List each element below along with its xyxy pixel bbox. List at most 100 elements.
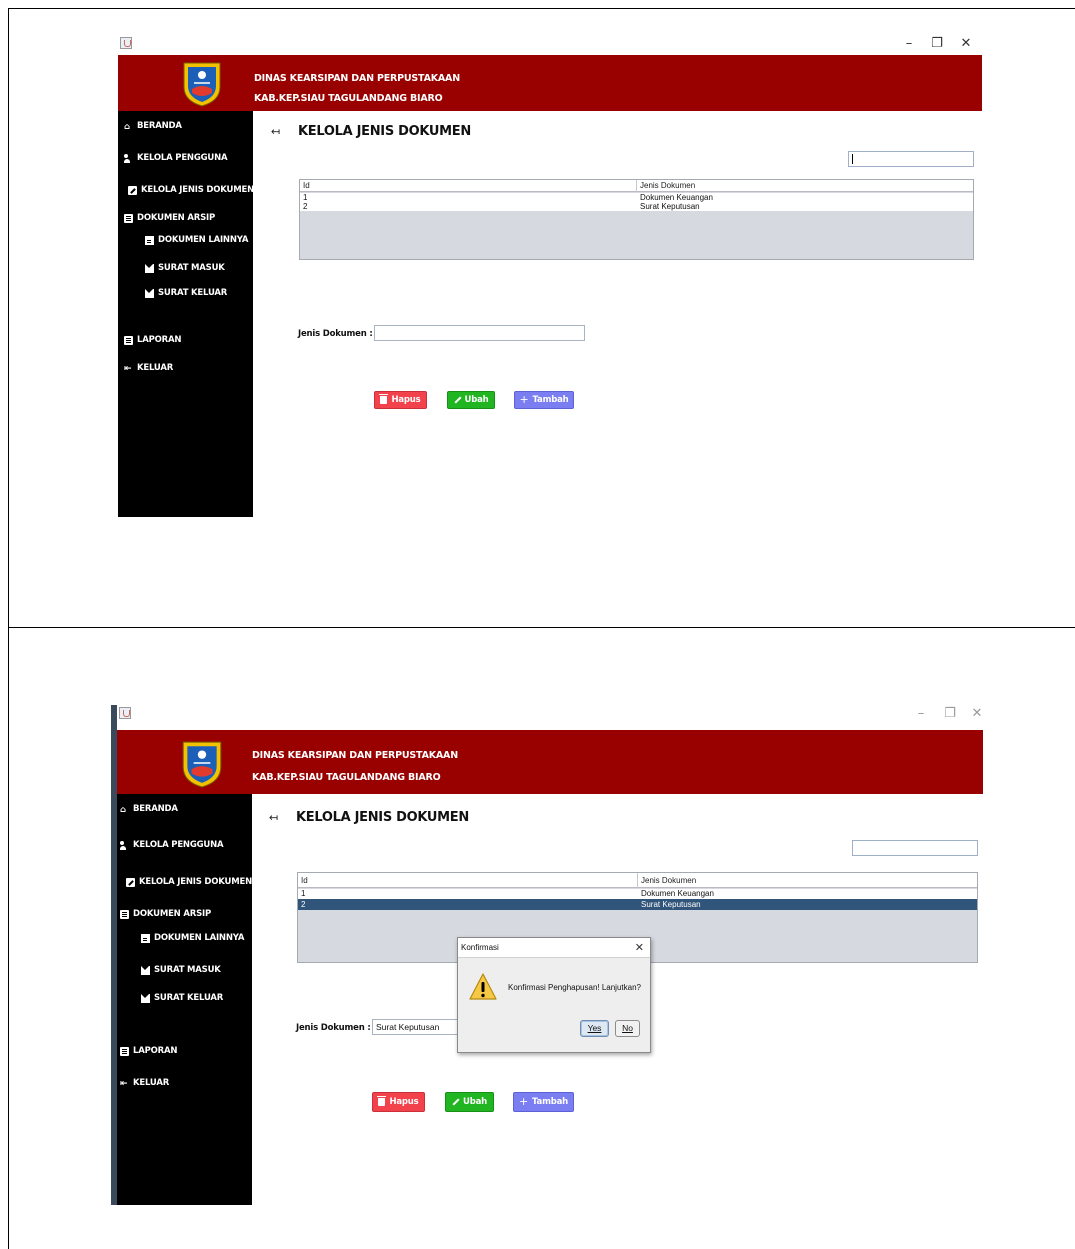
sidebar-item-surat-keluar[interactable]: SURAT KELUAR [141, 993, 223, 1003]
back-icon[interactable]: ↤ [271, 125, 280, 138]
ubah-button-label: Ubah [464, 395, 489, 405]
regency-logo [180, 59, 224, 107]
ubah-button[interactable]: Ubah [445, 1092, 494, 1112]
sidebar-item-label: LAPORAN [133, 1046, 178, 1056]
table-header: Id Jenis Dokumen [298, 873, 977, 888]
sidebar-item-keluar[interactable]: ⇤ KELUAR [120, 1078, 170, 1089]
header-title-line1: DINAS KEARSIPAN DAN PERPUSTAKAAN [252, 750, 458, 761]
sidebar-item-label: SURAT MASUK [158, 263, 225, 273]
sidebar-item-label: KELOLA JENIS DOKUMEN [139, 877, 253, 887]
jenis-dokumen-label: Jenis Dokumen : [298, 329, 373, 339]
sidebar-item-laporan[interactable]: LAPORAN [124, 335, 181, 345]
sidebar: ⌂ BERANDA KELOLA PENGGUNA KELOLA JENIS DO… [118, 111, 254, 517]
sidebar-item-laporan[interactable]: LAPORAN [120, 1046, 177, 1056]
table-row-selected[interactable]: 2 Surat Keputusan [298, 899, 977, 910]
search-input[interactable] [852, 840, 978, 856]
close-icon[interactable]: ✕ [956, 35, 976, 53]
file-icon [141, 933, 150, 943]
sidebar-item-label: DOKUMEN LAINNYA [154, 933, 245, 943]
sidebar-item-keluar[interactable]: ⇤ KELUAR [124, 363, 173, 374]
trash-icon [377, 1096, 387, 1106]
yes-button-label: Yes [587, 1023, 602, 1033]
sidebar-item-kelola-jenis-dokumen[interactable]: KELOLA JENIS DOKUMEN [126, 877, 252, 887]
text-caret [852, 154, 853, 164]
report-icon [120, 1046, 129, 1056]
cell-id: 2 [301, 900, 306, 909]
sidebar-item-surat-masuk[interactable]: SURAT MASUK [145, 263, 225, 273]
title-bar: – ❐ ✕ [117, 705, 983, 727]
maximize-icon[interactable]: ❐ [940, 705, 960, 723]
sidebar-item-beranda[interactable]: ⌂ BERANDA [120, 804, 178, 815]
edit-icon [126, 877, 135, 887]
app-header: DINAS KEARSIPAN DAN PERPUSTAKAAN KAB.KEP… [117, 730, 983, 794]
sidebar-item-label: SURAT KELUAR [154, 993, 224, 1003]
jenis-dokumen-label: Jenis Dokumen : [296, 1023, 371, 1033]
report-icon [124, 335, 133, 345]
cell-jenis: Dokumen Keuangan [641, 889, 714, 898]
warning-icon [468, 972, 498, 1002]
sidebar-item-label: KELOLA PENGGUNA [137, 153, 228, 163]
page-title: KELOLA JENIS DOKUMEN [298, 124, 471, 139]
hapus-button-label: Hapus [389, 1097, 419, 1107]
minimize-icon[interactable]: – [911, 705, 931, 723]
column-header-id[interactable]: Id [298, 873, 637, 888]
sidebar-item-label: DOKUMEN ARSIP [133, 909, 211, 919]
hapus-button[interactable]: Hapus [374, 391, 427, 409]
logout-icon: ⇤ [124, 363, 132, 374]
close-icon[interactable]: ✕ [635, 938, 644, 958]
envelope-icon [145, 288, 154, 298]
sidebar-item-kelola-jenis-dokumen[interactable]: KELOLA JENIS DOKUMEN [128, 185, 254, 195]
sidebar-item-dokumen-lainnya[interactable]: DOKUMEN LAINNYA [141, 933, 244, 943]
cell-id: 1 [303, 193, 308, 202]
column-header-jenis[interactable]: Jenis Dokumen [636, 180, 973, 192]
search-input[interactable] [848, 151, 974, 167]
file-icon [145, 235, 154, 245]
table-row[interactable]: 1 Dokumen Keuangan [300, 193, 973, 202]
back-icon[interactable]: ↤ [269, 811, 278, 824]
sidebar-item-kelola-pengguna[interactable]: KELOLA PENGGUNA [120, 840, 224, 850]
screenshot-panel-1: – ❐ ✕ DINAS KEARSIPAN DAN PERPUSTAKAAN K… [8, 8, 1075, 627]
tambah-button[interactable]: + Tambah [514, 391, 574, 409]
envelope-icon [141, 965, 150, 975]
sidebar-item-label: BERANDA [133, 804, 178, 814]
no-button-label: No [622, 1023, 633, 1033]
no-button[interactable]: No [615, 1020, 640, 1037]
plus-icon: + [519, 1095, 529, 1108]
maximize-icon[interactable]: ❐ [927, 35, 947, 53]
sidebar-item-label: KELUAR [133, 1078, 170, 1088]
app-window: – ❐ ✕ DINAS KEARSIPAN DAN PERPUSTAKAAN K… [111, 705, 983, 1205]
column-header-id[interactable]: Id [300, 180, 636, 192]
close-icon[interactable]: ✕ [967, 705, 987, 723]
sidebar-item-dokumen-arsip[interactable]: DOKUMEN ARSIP [120, 909, 211, 919]
pencil-icon [454, 396, 461, 404]
page-title: KELOLA JENIS DOKUMEN [296, 810, 469, 825]
ubah-button[interactable]: Ubah [447, 391, 495, 409]
cell-id: 2 [303, 202, 308, 211]
sidebar-item-label: BERANDA [137, 121, 182, 131]
tambah-button[interactable]: + Tambah [513, 1092, 574, 1112]
sidebar-item-kelola-pengguna[interactable]: KELOLA PENGGUNA [124, 153, 228, 163]
sidebar-item-surat-keluar[interactable]: SURAT KELUAR [145, 288, 227, 298]
sidebar-item-dokumen-arsip[interactable]: DOKUMEN ARSIP [124, 213, 215, 223]
dialog-title: Konfirmasi [458, 938, 650, 958]
cell-jenis: Surat Keputusan [641, 900, 701, 909]
table-row[interactable]: 1 Dokumen Keuangan [298, 889, 977, 899]
sidebar-item-surat-masuk[interactable]: SURAT MASUK [141, 965, 221, 975]
hapus-button[interactable]: Hapus [372, 1092, 425, 1112]
ubah-button-label: Ubah [463, 1097, 487, 1107]
sidebar-item-beranda[interactable]: ⌂ BERANDA [124, 121, 182, 132]
table-row[interactable]: 2 Surat Keputusan [300, 202, 973, 211]
tambah-button-label: Tambah [532, 395, 569, 405]
home-icon: ⌂ [124, 121, 130, 132]
jenis-dokumen-field[interactable] [374, 325, 585, 341]
sidebar-item-label: LAPORAN [137, 335, 182, 345]
minimize-icon[interactable]: – [899, 35, 919, 53]
title-bar: – ❐ ✕ [118, 35, 982, 57]
yes-button[interactable]: Yes [580, 1020, 609, 1037]
tambah-button-label: Tambah [532, 1097, 568, 1107]
hapus-button-label: Hapus [391, 395, 421, 405]
table-header: Id Jenis Dokumen [300, 180, 973, 192]
home-icon: ⌂ [120, 804, 126, 815]
sidebar-item-dokumen-lainnya[interactable]: DOKUMEN LAINNYA [145, 235, 248, 245]
column-header-jenis[interactable]: Jenis Dokumen [637, 873, 977, 888]
